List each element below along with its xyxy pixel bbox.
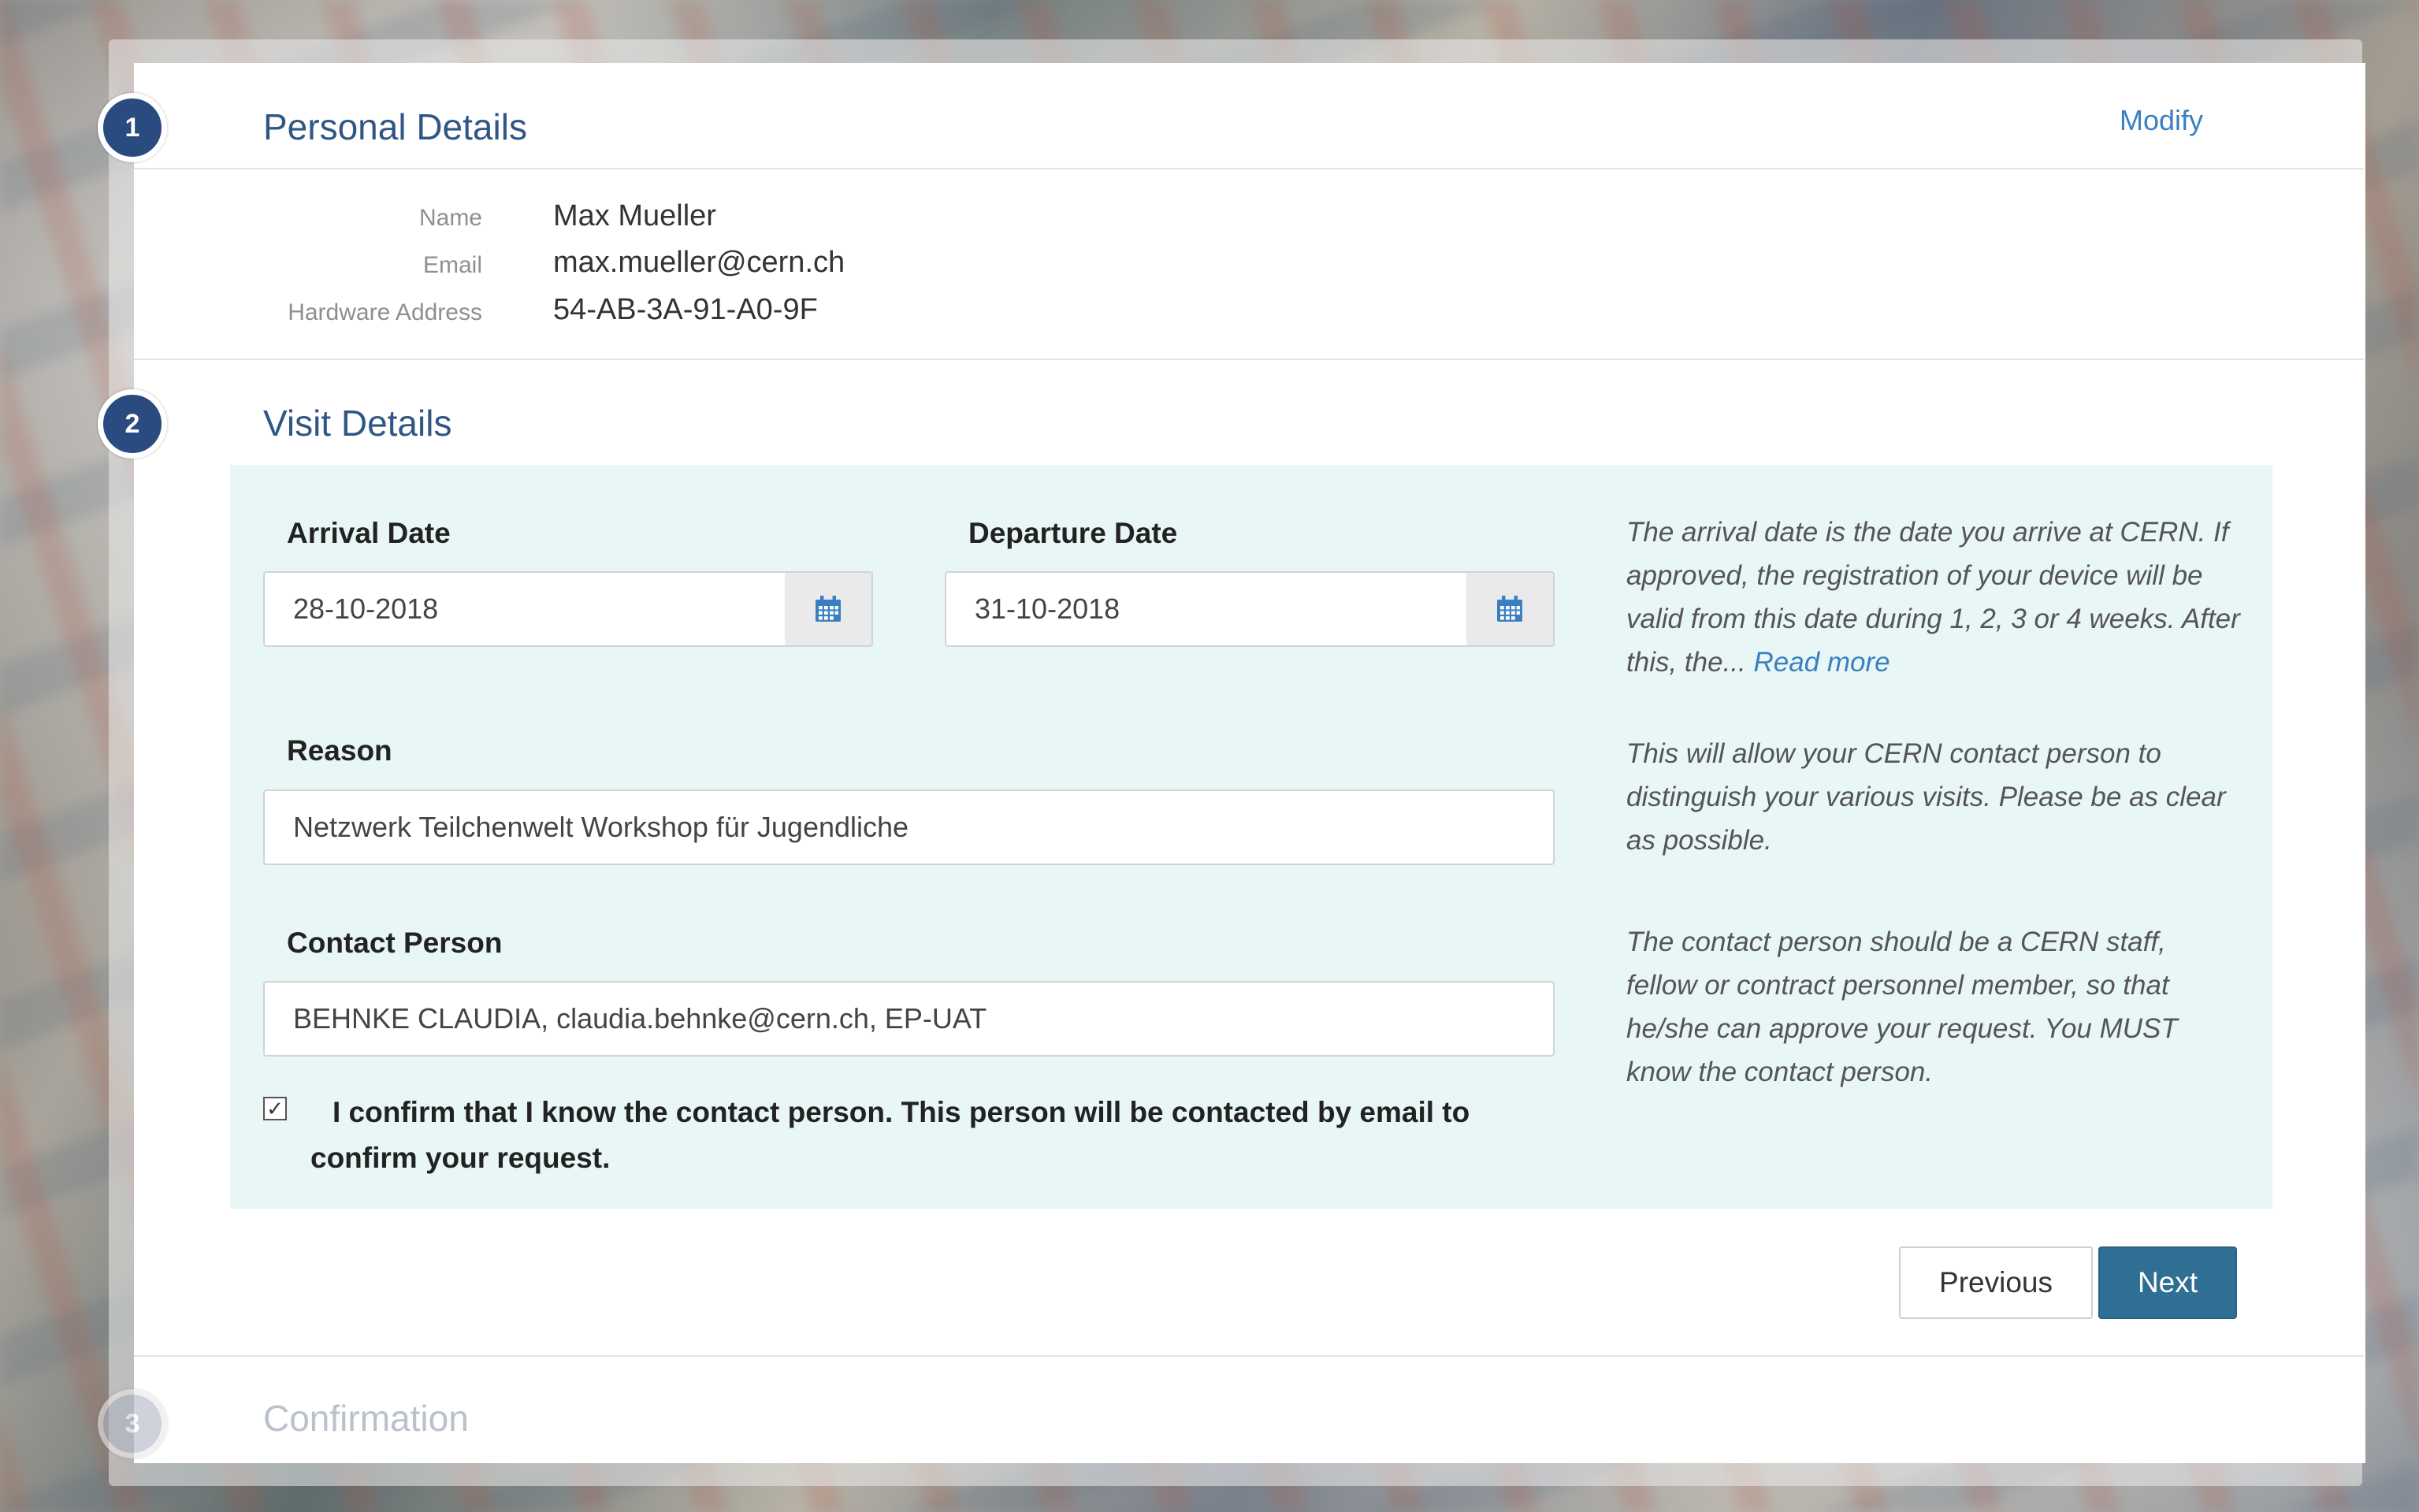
divider (134, 1355, 2364, 1357)
section-title-personal-details: Personal Details (263, 106, 527, 147)
calendar-icon (1497, 596, 1522, 622)
section-title-visit-details: Visit Details (263, 403, 452, 444)
help-text-dates: The arrival date is the date you arrive … (1626, 511, 2241, 684)
calendar-icon (816, 596, 841, 622)
arrival-calendar-button[interactable] (785, 571, 873, 647)
departure-date-input[interactable]: 31-10-2018 (945, 571, 1468, 647)
contact-person-input[interactable]: BEHNKE CLAUDIA, claudia.behnke@cern.ch, … (263, 981, 1555, 1057)
contact-person-label: Contact Person (287, 927, 503, 959)
departure-calendar-button[interactable] (1466, 571, 1555, 647)
divider (134, 168, 2364, 169)
help-text-contact: The contact person should be a CERN staf… (1626, 927, 2178, 1087)
read-more-link[interactable]: Read more (1753, 647, 1889, 678)
detail-label-hardware-address: Hardware Address (288, 299, 482, 325)
arrival-date-input[interactable]: 28-10-2018 (263, 571, 786, 647)
step-2-badge: 2 (98, 389, 167, 459)
reason-label: Reason (287, 734, 392, 767)
arrival-date-label: Arrival Date (287, 517, 451, 549)
detail-value-email: max.mueller@cern.ch (553, 246, 845, 279)
confirm-checkbox[interactable]: ✓ (263, 1097, 287, 1120)
step-3-badge: 3 (98, 1389, 167, 1458)
checkmark-icon: ✓ (266, 1096, 284, 1120)
section-title-confirmation: Confirmation (263, 1398, 469, 1439)
help-text-reason: This will allow your CERN contact person… (1626, 738, 2226, 856)
next-button[interactable]: Next (2098, 1246, 2237, 1319)
detail-label-name: Name (418, 205, 482, 231)
reason-input[interactable]: Netzwerk Teilchenwelt Workshop für Jugen… (263, 789, 1555, 865)
confirm-checkbox-label: I confirm that I know the contact person… (310, 1096, 1470, 1174)
divider (134, 358, 2364, 360)
modify-link[interactable]: Modify (2120, 104, 2203, 137)
departure-date-label: Departure Date (968, 517, 1178, 549)
help-text-dates-body: The arrival date is the date you arrive … (1626, 517, 2240, 678)
detail-value-hardware-address: 54-AB-3A-91-A0-9F (553, 293, 818, 326)
detail-label-email: Email (422, 252, 482, 278)
previous-button[interactable]: Previous (1899, 1246, 2093, 1319)
step-1-badge: 1 (98, 93, 167, 162)
detail-value-name: Max Mueller (553, 199, 716, 232)
